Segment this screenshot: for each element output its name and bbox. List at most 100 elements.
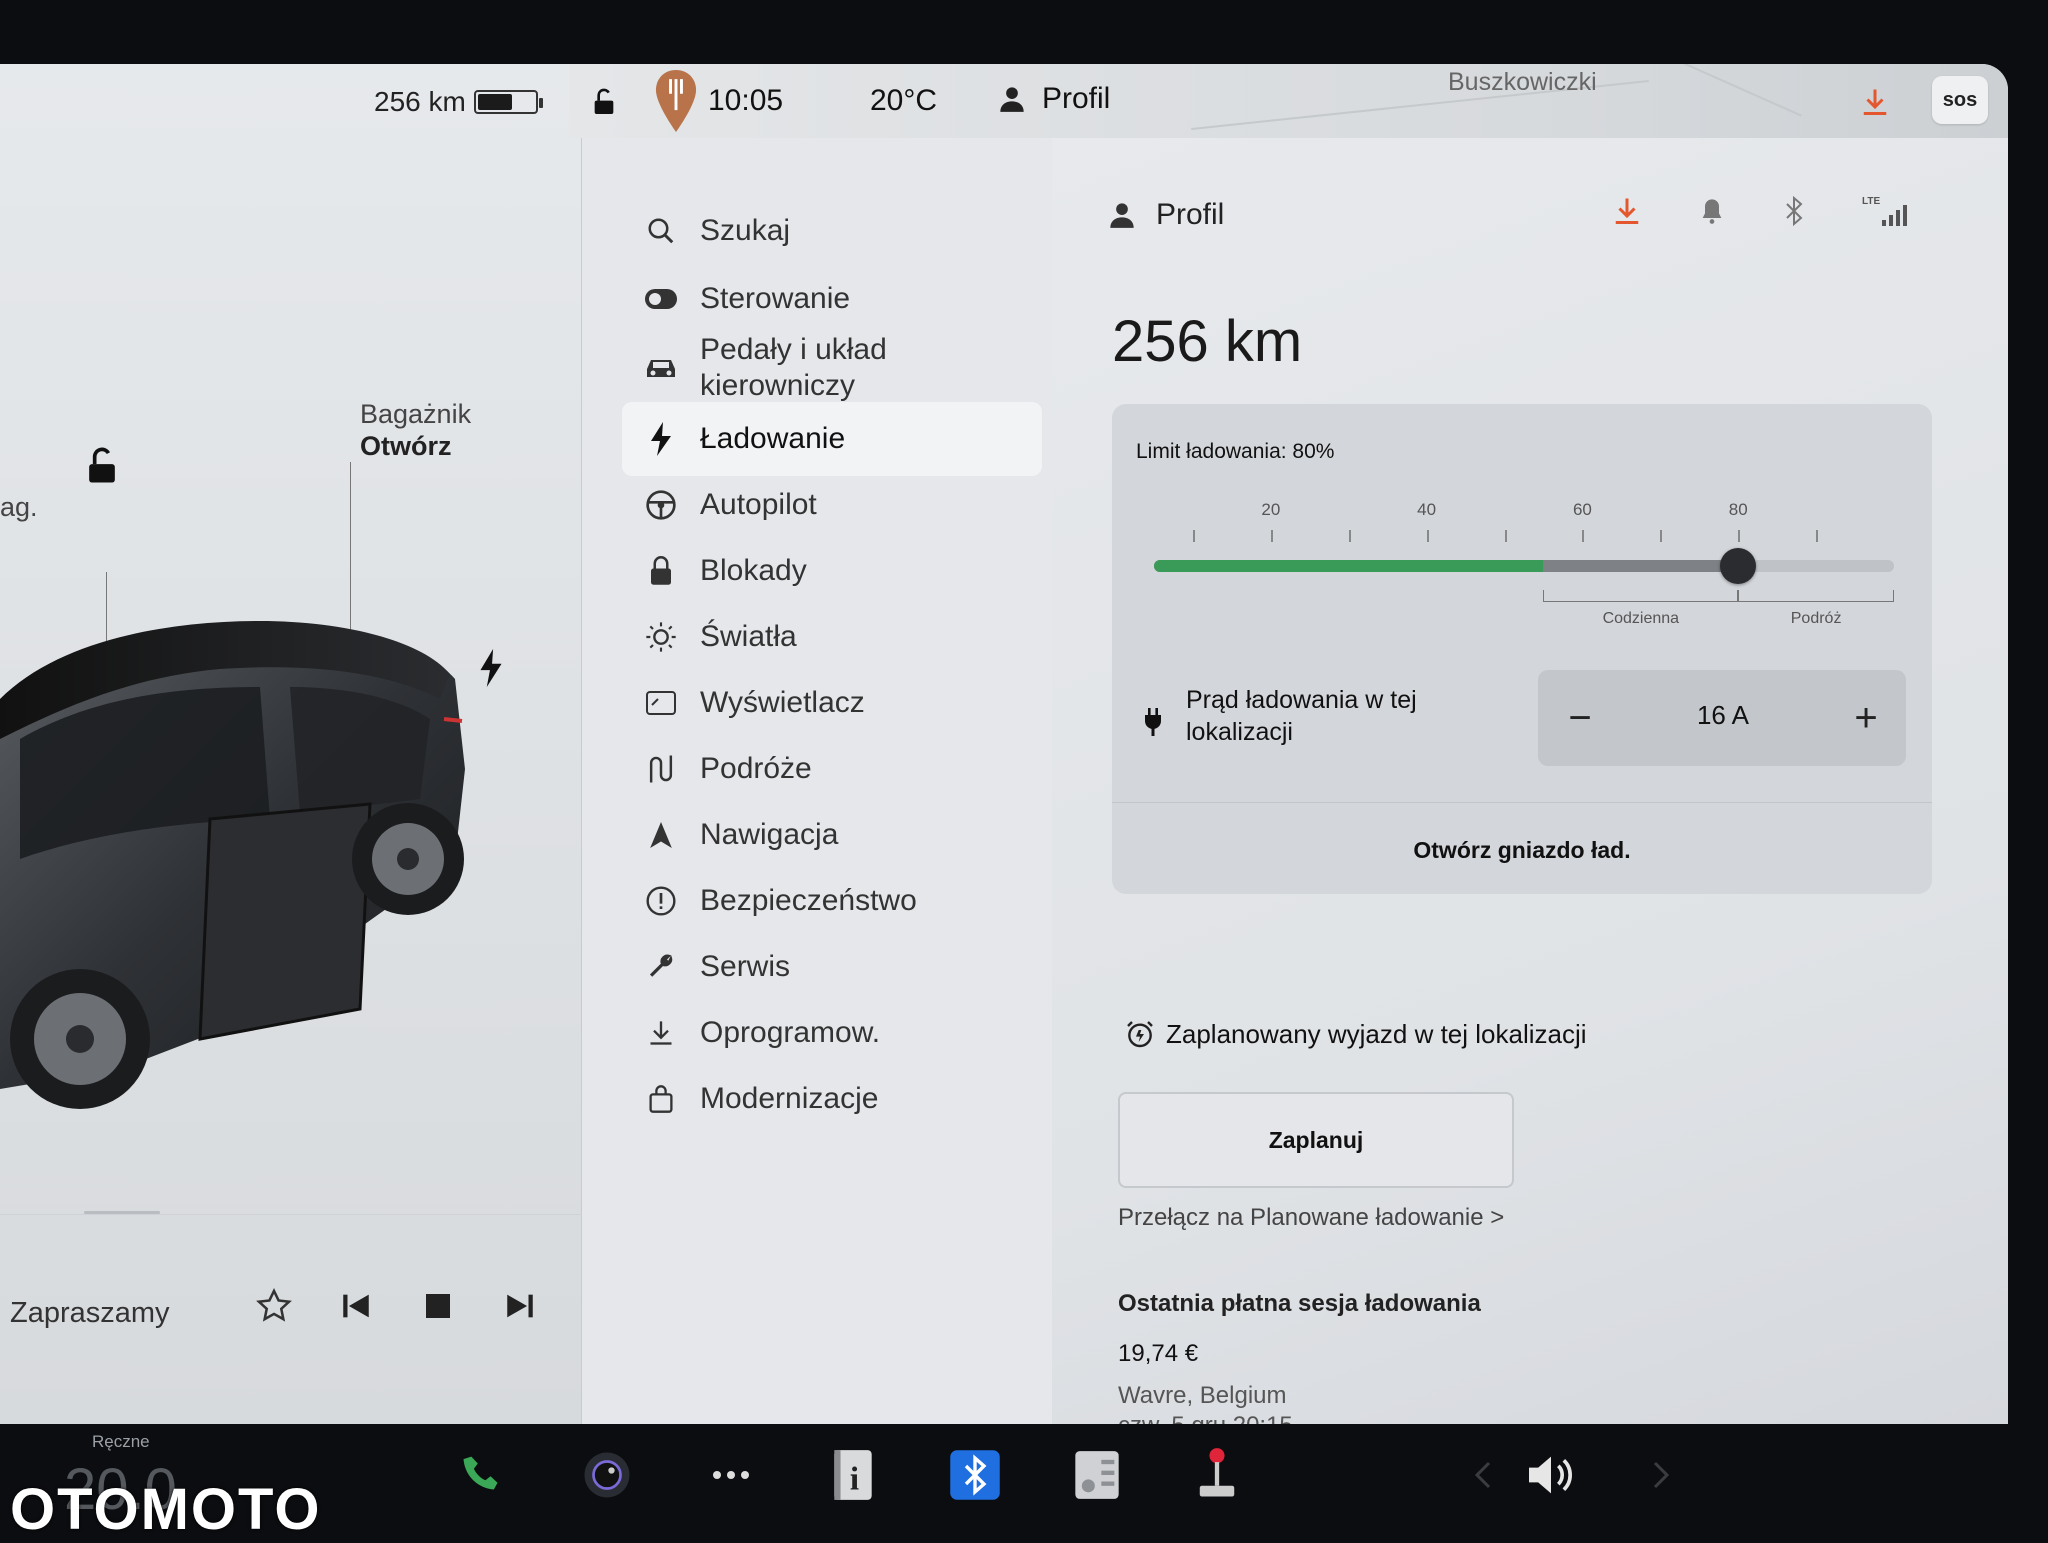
car-panel: 256 km ag. Bagażnik Otwórz Zapraszamy [0,64,582,1424]
profile-icon [1110,203,1134,228]
menu-item-label: Wyświetlacz [700,686,865,719]
menu-item-light[interactable]: Światła [622,600,1042,674]
menu-item-wrench[interactable]: Serwis [622,930,1042,1004]
menu-item-alert[interactable]: Bezpieczeństwo [622,864,1042,938]
trip-range-label: Podróż [1790,610,1842,627]
restaurant-pin-icon[interactable] [654,70,698,137]
trunk-title: Bagażnik [360,399,472,429]
scale-tick [1660,530,1663,542]
trunk-open-control[interactable]: Bagażnik Otwórz [360,398,471,462]
slider-knob[interactable] [1720,548,1757,584]
search-icon [644,214,678,248]
menu-item-label: Sterowanie [700,282,851,315]
menu-item-label: Modernizacje [700,1082,879,1115]
menu-item-label: Pedały i układ kierowniczy [700,333,887,402]
trips-icon [644,752,678,786]
open-charge-port-button[interactable]: Otwórz gniazdo ład. [1112,806,1932,894]
scale-tick-label: 80 [1728,500,1748,519]
map-place-label: Buszkowiczki [1448,68,1597,96]
schedule-button[interactable]: Zaplanuj [1118,1092,1514,1188]
scale-tick [1426,530,1429,542]
menu-item-label: Blokady [700,554,807,587]
bluetooth-app-icon[interactable] [944,1444,1006,1506]
menu-item-label: Nawigacja [700,818,839,851]
volume-icon[interactable] [1520,1444,1582,1506]
scheduled-departure-text: Zaplanowany wyjazd w tej lokalizacji [1166,1018,1587,1049]
battery-icon [473,90,543,114]
scale-tick [1504,530,1507,542]
menu-item-trips[interactable]: Podróże [622,732,1042,806]
switch-to-scheduled-charging-link[interactable]: Przełącz na Planowane ładowanie > [1118,1204,1504,1232]
profile-button[interactable]: Profil [998,82,1110,116]
last-session-date: czw. 5 gru 20:15 [1118,1412,1293,1424]
menu-item-display[interactable]: Wyświetlacz [622,666,1042,740]
phone-icon[interactable] [452,1444,514,1506]
frunk-unlock-icon[interactable] [80,444,124,493]
status-bar: 10:05 20°C Profil Buszkowiczki sos [570,64,2008,138]
charge-settings-card: Limit ładowania: 80% Codzienna Podróż 20… [1112,404,1932,894]
alarm-clock-icon [1127,1021,1153,1048]
scale-tick [1582,530,1585,542]
scale-tick [1348,530,1351,542]
previous-track-icon[interactable] [337,1287,375,1325]
profile-header[interactable]: Profil [1108,198,1224,232]
settings-menu: Szukaj Sterowanie Pedały i układ kierownic… [582,138,1052,1424]
lte-signal-icon: LTE [1862,194,1910,233]
charging-panel: Profil LTE 256 km Limit ładowania: 80% C… [1052,138,2008,1424]
software-update-icon[interactable] [1860,86,1890,123]
menu-item-bag[interactable]: Modernizacje [622,1062,1042,1136]
menu-item-download[interactable]: Oprogramow. [622,996,1042,1070]
lock-status-icon[interactable] [588,86,620,123]
menu-item-bolt[interactable]: Ładowanie [622,402,1042,476]
menu-item-search[interactable]: Szukaj [622,194,1042,268]
range-large: 256 km [1112,309,1303,374]
next-arrow-icon[interactable] [1630,1444,1692,1506]
media-drag-handle[interactable] [84,1211,160,1214]
owners-manual-icon[interactable]: i [822,1444,884,1506]
menu-item-steering-wheel[interactable]: Autopilot [622,468,1042,542]
energy-app-icon[interactable] [1066,1444,1128,1506]
stop-icon[interactable] [419,1287,457,1325]
trunk-action: Otwórz [360,431,452,461]
menu-item-label: Autopilot [700,488,817,521]
range-text: 256 km [374,86,466,117]
increase-current-button[interactable]: + [1840,692,1892,744]
bag-icon [644,1082,678,1116]
software-update-icon[interactable] [1612,195,1642,232]
sos-button[interactable]: sos [1932,76,1988,124]
charge-current-label: Prąd ładowania w tej lokalizacji [1186,686,1417,746]
download-icon [644,1016,678,1050]
profile-header-label: Profil [1156,198,1225,231]
menu-item-label: Bezpieczeństwo [700,884,917,917]
menu-item-navigation[interactable]: Nawigacja [622,798,1042,872]
menu-item-lock[interactable]: Blokady [622,534,1042,608]
menu-item-label: Światła [700,620,797,653]
charge-port-bolt-icon[interactable] [478,649,504,692]
car-icon [644,351,678,385]
svg-text:i: i [850,1461,859,1498]
light-icon [644,620,678,654]
navigation-icon [644,818,678,852]
scale-tick [1192,530,1195,542]
menu-item-label: Podróże [700,752,812,785]
previous-arrow-icon[interactable] [1452,1444,1514,1506]
scale-tick [1270,530,1273,542]
media-player: Zapraszamy [0,1211,582,1424]
frunk-label[interactable]: ag. [0,492,38,523]
camera-icon[interactable] [576,1444,638,1506]
decrease-current-button[interactable]: − [1554,692,1606,744]
toybox-joystick-icon[interactable] [1186,1444,1248,1506]
gear-mode-label: Ręczne [92,1432,150,1451]
svg-text:LTE: LTE [1862,196,1880,207]
notification-bell-icon[interactable] [1698,196,1726,231]
card-divider [1112,802,1932,803]
menu-item-label: Serwis [700,950,791,983]
charge-limit-slider[interactable]: Codzienna Podróż 20 40 60 80 [1154,500,1894,627]
scale-tick-label: 40 [1417,500,1437,519]
more-apps-icon[interactable] [700,1444,762,1506]
dock: Ręczne 20.0 OTOMOTO i [0,1424,2048,1542]
scale-tick [1738,530,1741,542]
favorite-star-icon[interactable] [255,1287,293,1325]
next-track-icon[interactable] [501,1287,539,1325]
bluetooth-icon[interactable] [1782,195,1806,232]
